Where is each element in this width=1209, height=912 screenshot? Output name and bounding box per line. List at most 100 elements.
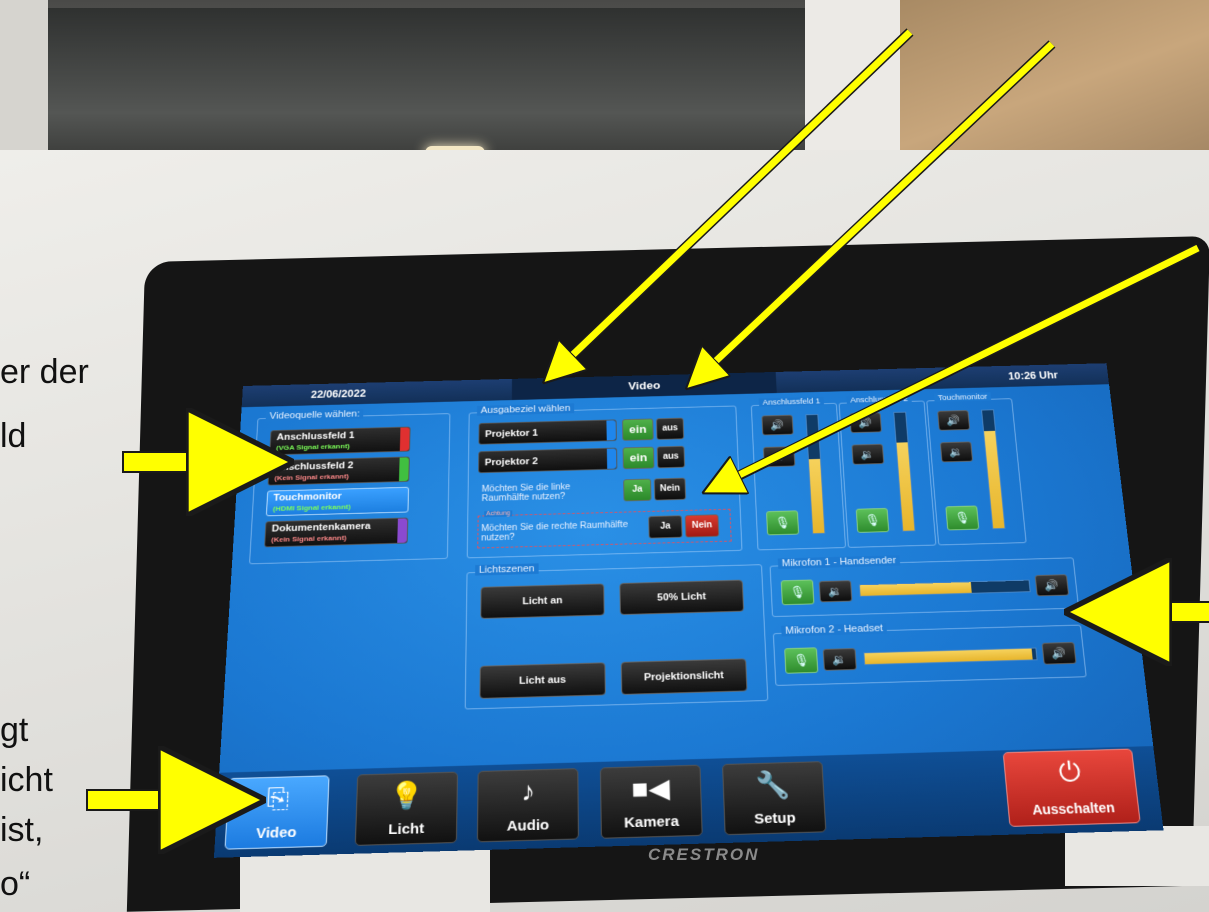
audio-channel-1: Anschlussfeld 1 🔊 🔉 🎙 bbox=[751, 403, 846, 550]
output-group: Ausgabeziel wählen Projektor 1 ein aus P… bbox=[467, 406, 743, 559]
video-source-group: Videoquelle wählen: Anschlussfeld 1 (VGA… bbox=[249, 413, 450, 564]
panel-stand-right bbox=[1065, 826, 1209, 886]
volume-down-button[interactable]: 🔉 bbox=[851, 444, 884, 465]
audio-channel-label: Touchmonitor bbox=[934, 392, 991, 402]
time-display: 10:26 Uhr bbox=[1008, 369, 1059, 382]
nav-label: Audio bbox=[478, 816, 578, 835]
power-label: Ausschalten bbox=[1008, 799, 1138, 818]
nav-kamera[interactable]: ■◀ Kamera bbox=[600, 765, 703, 839]
volume-down-button[interactable]: 🔉 bbox=[940, 441, 973, 462]
source-dokumentenkamera[interactable]: Dokumentenkamera (Kein Signal erkannt) bbox=[264, 518, 408, 548]
projector-2-button[interactable]: Projektor 2 bbox=[478, 448, 617, 474]
date-display: 22/06/2022 bbox=[311, 388, 366, 401]
crestron-logo: CRESTRON bbox=[648, 845, 759, 865]
mic-2-volume-up-button[interactable]: 🔊 bbox=[1042, 642, 1077, 665]
lightbulb-icon: 💡 bbox=[357, 778, 457, 813]
source-status: (Kein Signal erkannt) bbox=[274, 472, 349, 482]
mic-1-mute-button[interactable]: 🎙 bbox=[781, 580, 815, 606]
light-50-button[interactable]: 50% Licht bbox=[619, 580, 744, 615]
mic-2-volume-down-button[interactable]: 🔉 bbox=[823, 648, 857, 671]
projector-1-off-button[interactable]: aus bbox=[656, 418, 684, 440]
overlay-text-3: gt bbox=[0, 710, 28, 750]
light-off-button[interactable]: Licht aus bbox=[479, 662, 605, 699]
source-name: Touchmonitor bbox=[273, 491, 342, 503]
projection-light-button[interactable]: Projektionslicht bbox=[621, 658, 748, 694]
source-color-bar bbox=[399, 457, 409, 481]
audio-channel-label: Anschlussfeld 2 bbox=[846, 394, 911, 404]
touchpanel-screen: 22/06/2022 Video 10:26 Uhr Videoquelle w… bbox=[214, 363, 1164, 858]
volume-up-button[interactable]: 🔊 bbox=[761, 415, 793, 436]
wrench-icon: 🔧 bbox=[723, 768, 823, 802]
output-label: Ausgabeziel wählen bbox=[477, 403, 574, 415]
nav-label: Video bbox=[226, 823, 327, 842]
mic-2-volume-slider[interactable] bbox=[863, 648, 1037, 666]
source-touchmonitor[interactable]: Touchmonitor (HDMI Signal erkannt) bbox=[266, 487, 409, 516]
source-name: Anschlussfeld 2 bbox=[275, 461, 354, 473]
power-icon: ⏻ bbox=[1004, 755, 1135, 790]
overlay-text-2: ld bbox=[0, 416, 26, 456]
warning-label: Achtung bbox=[484, 510, 512, 517]
power-off-button[interactable]: ⏻ Ausschalten bbox=[1003, 749, 1141, 827]
mic-2-mute-button[interactable]: 🎙 bbox=[784, 647, 818, 673]
mute-mic-button[interactable]: 🎙 bbox=[945, 506, 979, 531]
mic-1-group: Mikrofon 1 - Handsender 🎙 🔉 🔊 bbox=[770, 557, 1080, 617]
mic-1-label: Mikrofon 1 - Handsender bbox=[778, 555, 901, 569]
source-anschlussfeld-2[interactable]: Anschlussfeld 2 (Kein Signal erkannt) bbox=[268, 457, 410, 486]
light-scenes-group: Lichtszenen Licht an 50% Licht Licht aus… bbox=[465, 564, 769, 709]
overlay-text-4: icht bbox=[0, 760, 53, 800]
audio-channel-3: Touchmonitor 🔊 🔉 🎙 bbox=[926, 398, 1026, 545]
mic-1-volume-fill bbox=[860, 582, 972, 596]
overlay-text-5: ist, bbox=[0, 810, 43, 850]
mic-1-volume-up-button[interactable]: 🔊 bbox=[1035, 574, 1069, 596]
mic-1-volume-down-button[interactable]: 🔉 bbox=[819, 580, 853, 602]
source-name: Dokumentenkamera bbox=[271, 521, 370, 534]
volume-slider[interactable] bbox=[981, 409, 1005, 529]
mute-mic-button[interactable]: 🎙 bbox=[856, 508, 890, 533]
volume-fill bbox=[809, 459, 825, 533]
source-status: (Kein Signal erkannt) bbox=[271, 534, 347, 544]
nav-setup[interactable]: 🔧 Setup bbox=[722, 761, 826, 835]
projector-2-off-button[interactable]: aus bbox=[657, 446, 685, 469]
volume-up-button[interactable]: 🔊 bbox=[937, 410, 970, 431]
mic-2-label: Mikrofon 2 - Headset bbox=[781, 623, 887, 637]
light-scenes-label: Lichtszenen bbox=[475, 563, 538, 575]
mic-2-group: Mikrofon 2 - Headset 🎙 🔉 🔊 bbox=[773, 625, 1087, 686]
projector-active-bar bbox=[606, 420, 616, 440]
light-on-button[interactable]: Licht an bbox=[480, 583, 604, 618]
projector-2-on-button[interactable]: ein bbox=[623, 447, 655, 470]
overlay-text-1: er der bbox=[0, 352, 89, 392]
volume-down-button[interactable]: 🔉 bbox=[763, 446, 795, 467]
video-source-icon: ⎘ bbox=[227, 782, 328, 817]
left-half-no-button[interactable]: Nein bbox=[654, 478, 686, 501]
right-half-no-button[interactable]: Nein bbox=[685, 514, 720, 537]
audio-channel-label: Anschlussfeld 1 bbox=[759, 397, 824, 407]
projector-1-on-button[interactable]: ein bbox=[622, 418, 654, 440]
source-status: (HDMI Signal erkannt) bbox=[273, 503, 351, 513]
music-note-icon: ♪ bbox=[478, 775, 577, 808]
nav-audio[interactable]: ♪ Audio bbox=[477, 768, 579, 842]
source-anschlussfeld-1[interactable]: Anschlussfeld 1 (VGA Signal erkannt) bbox=[269, 427, 410, 456]
nav-video[interactable]: ⎘ Video bbox=[224, 775, 329, 849]
room-door bbox=[805, 0, 900, 170]
projector-name: Projektor 2 bbox=[485, 456, 538, 467]
mute-mic-button[interactable]: 🎙 bbox=[766, 510, 799, 535]
source-name: Anschlussfeld 1 bbox=[276, 431, 354, 443]
overlay-text-6: o“ bbox=[0, 864, 30, 904]
volume-slider[interactable] bbox=[805, 414, 825, 534]
source-color-bar bbox=[400, 427, 410, 451]
volume-fill bbox=[984, 431, 1004, 528]
projector-name: Projektor 1 bbox=[485, 428, 538, 439]
video-source-label: Videoquelle wählen: bbox=[266, 409, 364, 421]
projector-active-bar bbox=[607, 448, 617, 468]
left-half-question: Möchten Sie die linke Raumhälfte nutzen? bbox=[482, 481, 613, 503]
mic-1-volume-slider[interactable] bbox=[859, 580, 1031, 597]
projector-1-button[interactable]: Projektor 1 bbox=[478, 419, 616, 444]
nav-licht[interactable]: 💡 Licht bbox=[355, 772, 458, 846]
right-half-yes-button[interactable]: Ja bbox=[648, 515, 682, 538]
nav-label: Setup bbox=[725, 809, 825, 828]
camera-icon: ■◀ bbox=[601, 771, 701, 805]
source-status: (VGA Signal erkannt) bbox=[276, 442, 350, 451]
left-half-yes-button[interactable]: Ja bbox=[623, 479, 651, 502]
volume-up-button[interactable]: 🔊 bbox=[849, 412, 882, 433]
volume-slider[interactable] bbox=[893, 412, 915, 532]
